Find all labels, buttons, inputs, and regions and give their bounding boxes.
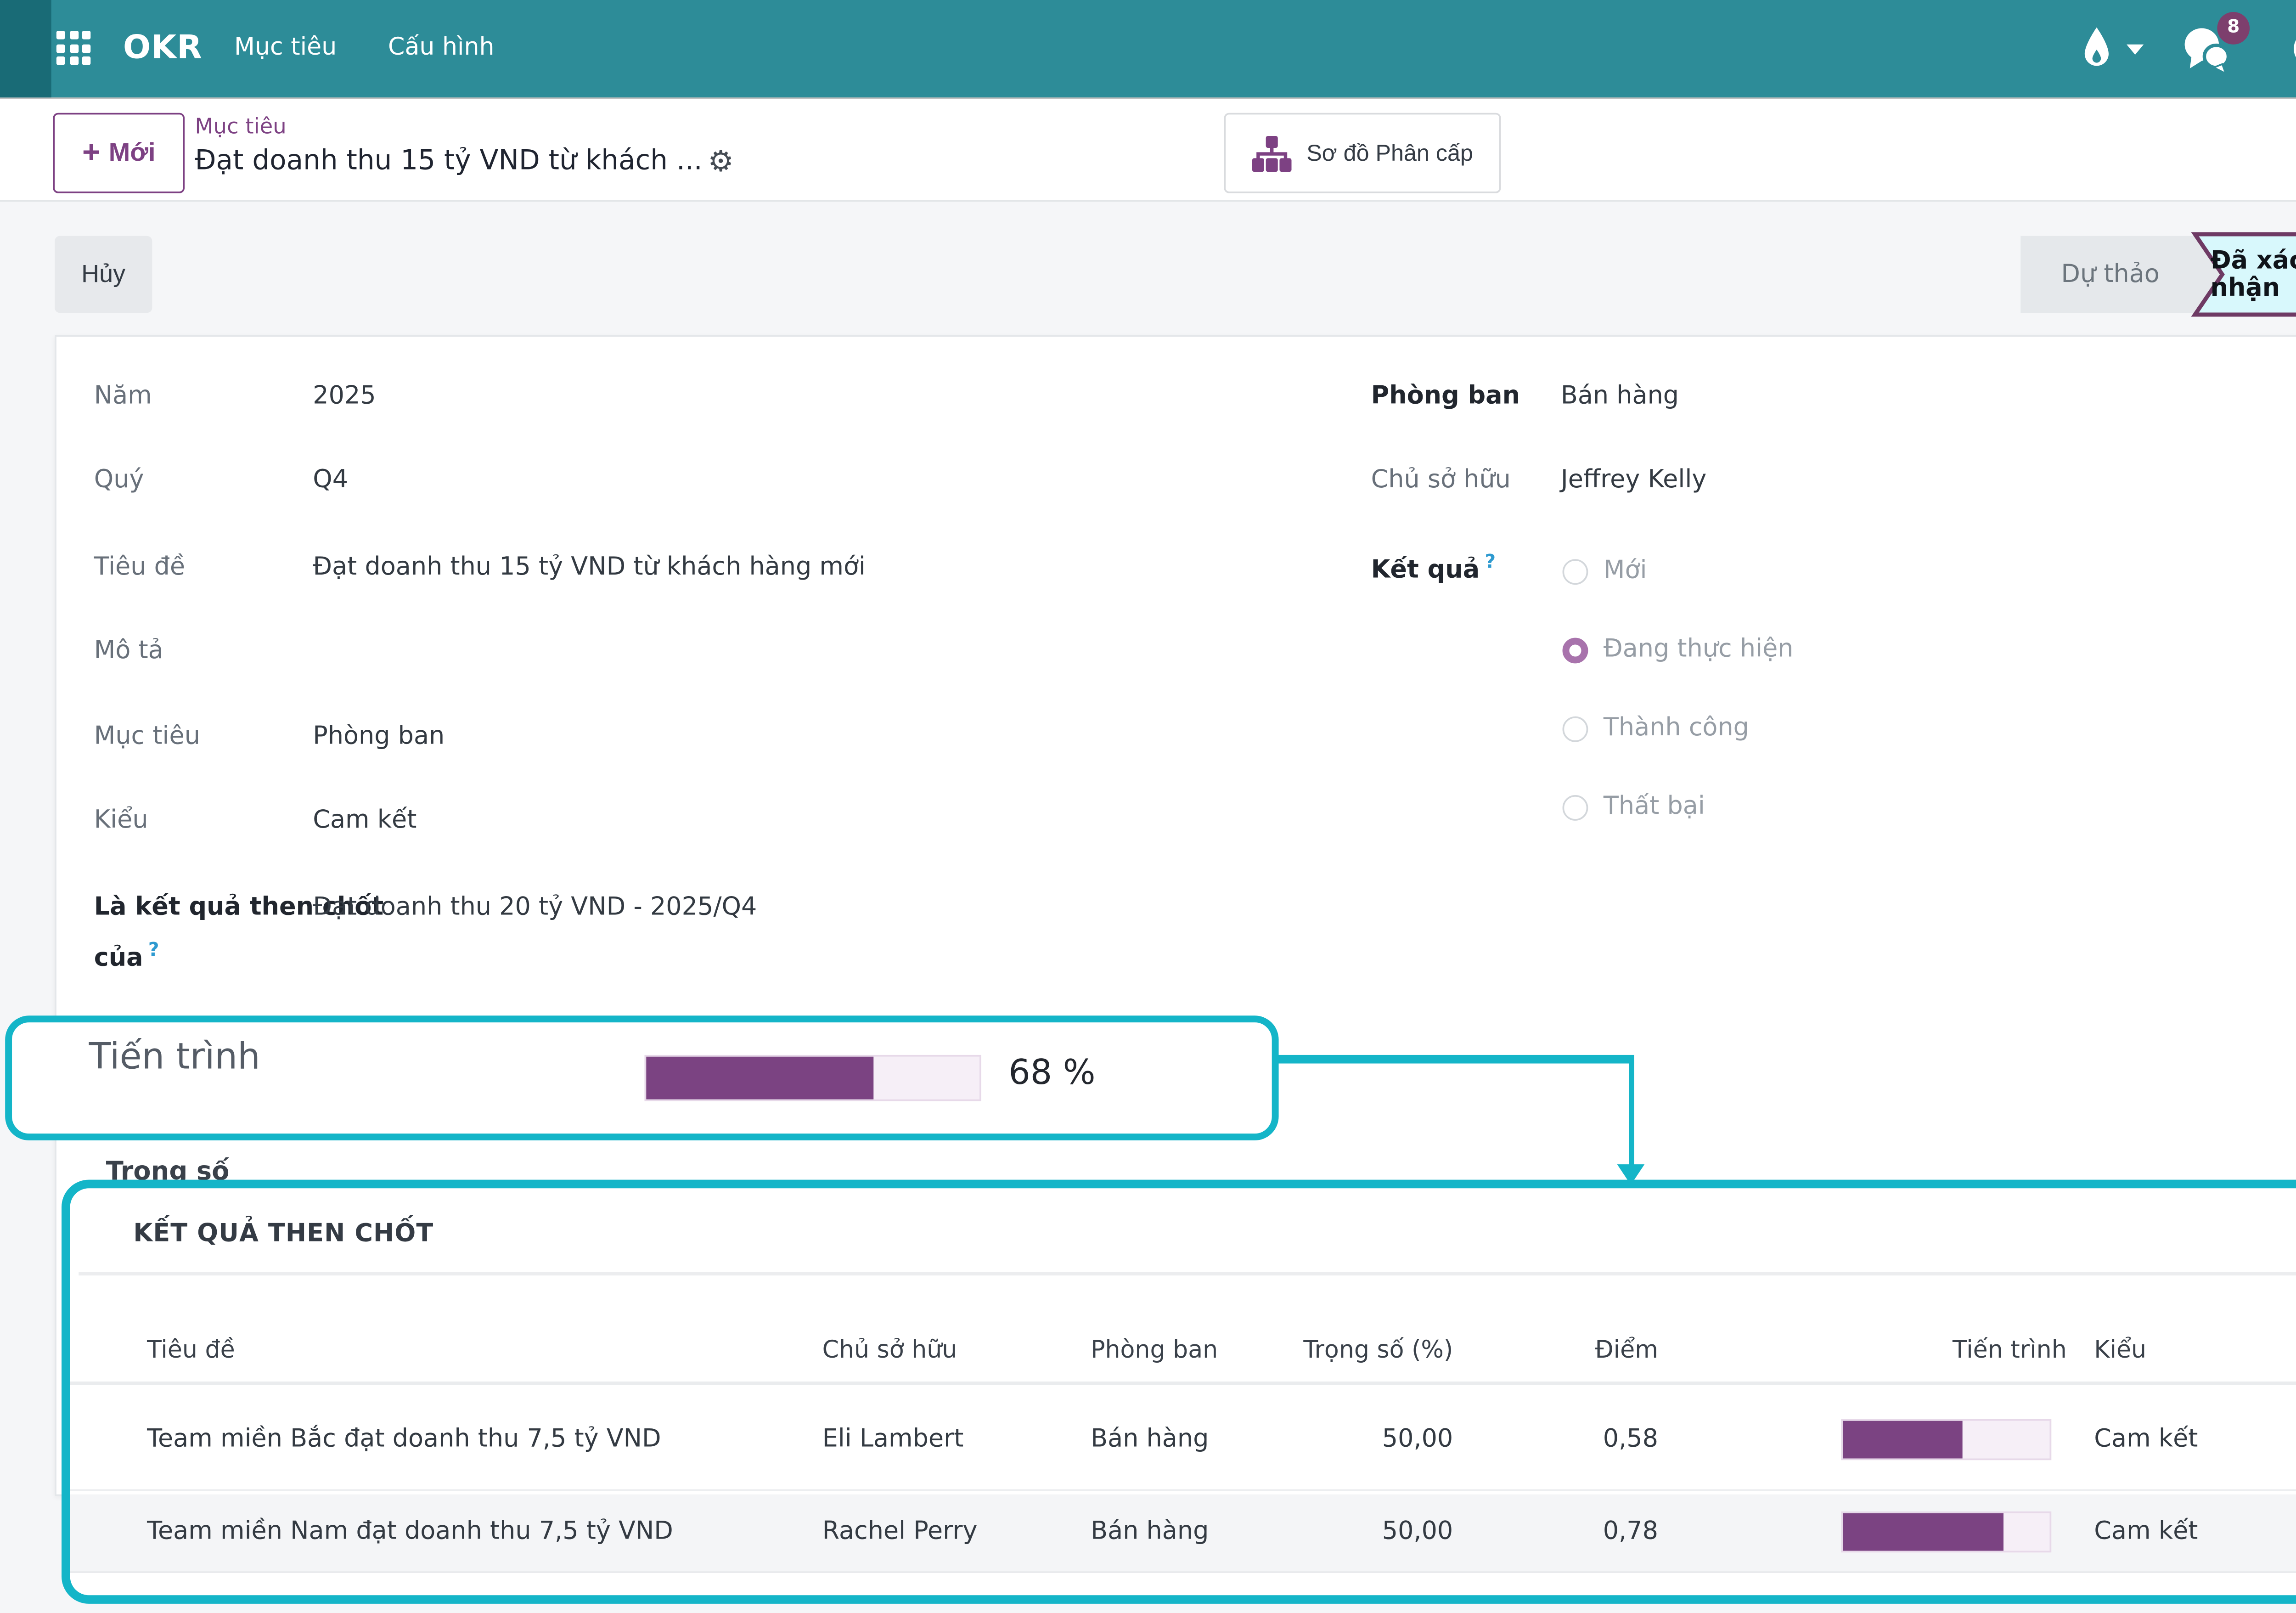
cell-owner: Rachel Perry: [822, 1518, 1091, 1546]
okr-app-window: OKR Mục tiêu Cấu hình 8 YourCompany + Mớ…: [0, 0, 2296, 1613]
radio-circle: [1563, 558, 1588, 584]
key-results-header-row: Tiêu đề Chủ sở hữu Phòng ban Trọng số (%…: [70, 1320, 2296, 1385]
control-bar: + Mới Mục tiêu Đạt doanh thu 15 tỷ VND t…: [0, 97, 2296, 202]
cell-score: 0,78: [1453, 1518, 1658, 1546]
cell-kind: Cam kết: [2074, 1425, 2296, 1453]
callout-connector-horizontal: [1272, 1055, 1634, 1064]
cell-title: Team miền Nam đạt doanh thu 7,5 tỷ VND: [147, 1518, 822, 1546]
field-label-nam: Năm: [94, 383, 152, 411]
field-label-quy: Quý: [94, 467, 144, 494]
help-icon[interactable]: ?: [148, 939, 159, 961]
col-header-phong-ban[interactable]: Phòng ban: [1091, 1337, 1261, 1365]
cell-owner: Eli Lambert: [822, 1425, 1091, 1453]
field-label-ket-qua: Kết quả?: [1371, 551, 1496, 585]
field-label-tieu-de: Tiêu đề: [94, 554, 185, 581]
cell-weight: 50,00: [1261, 1518, 1453, 1546]
radio-circle-selected: [1563, 637, 1588, 663]
cell-title: Team miền Bắc đạt doanh thu 7,5 tỷ VND: [147, 1425, 822, 1453]
field-value-kieu[interactable]: Cam kết: [313, 807, 416, 835]
cell-weight: 50,00: [1261, 1425, 1453, 1453]
col-header-kieu[interactable]: Kiểu: [2074, 1337, 2296, 1365]
apps-grid-icon[interactable]: [56, 31, 92, 67]
top-navbar: OKR Mục tiêu Cấu hình 8 YourCompany: [0, 0, 2296, 97]
field-label-mo-ta: Mô tả: [94, 638, 163, 666]
field-value-phong-ban[interactable]: Bán hàng: [1561, 383, 1679, 411]
activities-caret-down-icon[interactable]: [2127, 45, 2144, 55]
col-header-trong-so[interactable]: Trọng số (%): [1261, 1337, 1453, 1365]
new-button[interactable]: + Mới: [53, 113, 185, 193]
status-bar: Dự thảo Đã xác nhận Đã hủy: [2020, 236, 2296, 313]
cell-progress: 78 %: [1658, 1518, 2074, 1546]
progress-bar-fill: [646, 1057, 873, 1100]
field-value-muc-tieu[interactable]: Phòng ban: [313, 723, 445, 751]
cell-kind: Cam kết: [2074, 1518, 2296, 1546]
record-title: Đạt doanh thu 15 tỷ VND từ khách ...: [195, 144, 702, 176]
key-result-row-2[interactable]: Team miền Nam đạt doanh thu 7,5 tỷ VND R…: [70, 1494, 2296, 1572]
field-label-chu-so-huu: Chủ sở hữu: [1371, 467, 1511, 494]
status-step-da-xac-nhan[interactable]: Đã xác nhận: [2200, 236, 2296, 313]
cell-progress: 58 %: [1658, 1425, 2074, 1453]
recent-activity-clock-icon[interactable]: [2292, 29, 2296, 68]
cancel-button[interactable]: Hủy: [55, 236, 152, 313]
plus-icon: +: [82, 135, 100, 171]
sitemap-icon: [1252, 134, 1293, 172]
key-result-row-1[interactable]: Team miền Bắc đạt doanh thu 7,5 tỷ VND E…: [70, 1388, 2296, 1491]
activities-droplet-icon[interactable]: [2082, 28, 2111, 68]
nav-menu-cau-hinh[interactable]: Cấu hình: [388, 0, 495, 97]
key-results-section-title: KẾT QUẢ THEN CHỐT: [133, 1221, 433, 1248]
field-value-tieu-de[interactable]: Đạt doanh thu 15 tỷ VND từ khách hàng mớ…: [313, 554, 866, 581]
hierarchy-button-label: Sơ đồ Phân cấp: [1306, 140, 1473, 166]
cell-department: Bán hàng: [1091, 1425, 1261, 1453]
section-divider: [79, 1272, 2296, 1275]
field-label-la-ket-qua-line2: của?: [94, 939, 159, 973]
row-progress-bar: [1841, 1418, 2051, 1459]
nav-menu-muc-tieu[interactable]: Mục tiêu: [234, 0, 337, 97]
radio-option-thanh-cong[interactable]: Thành công: [1563, 715, 1749, 742]
field-value-la-ket-qua[interactable]: Đạt doanh thu 20 tỷ VND - 2025/Q4: [313, 894, 757, 922]
progress-label: Tiến trình: [89, 1036, 260, 1077]
col-header-tieu-de[interactable]: Tiêu đề: [147, 1337, 822, 1365]
progress-bar: [644, 1055, 981, 1101]
gear-icon[interactable]: ⚙: [708, 145, 734, 179]
radio-option-moi[interactable]: Mới: [1563, 558, 1647, 585]
breadcrumb[interactable]: Mục tiêu: [195, 113, 286, 139]
cell-department: Bán hàng: [1091, 1518, 1261, 1546]
status-step-du-thao[interactable]: Dự thảo: [2020, 236, 2200, 313]
app-brand[interactable]: OKR: [123, 0, 203, 97]
radio-option-that-bai[interactable]: Thất bại: [1563, 793, 1705, 821]
radio-option-dang-thuc-hien[interactable]: Đang thực hiện: [1563, 636, 1794, 664]
field-label-phong-ban: Phòng ban: [1371, 383, 1520, 411]
new-button-label: Mới: [109, 139, 156, 168]
radio-circle: [1563, 716, 1588, 741]
navbar-dark-strip: [0, 0, 51, 97]
col-header-chu-so-huu[interactable]: Chủ sở hữu: [822, 1337, 1091, 1365]
col-header-diem[interactable]: Điểm: [1453, 1337, 1658, 1365]
field-label-muc-tieu: Mục tiêu: [94, 723, 200, 751]
col-header-tien-trinh[interactable]: Tiến trình: [1658, 1337, 2074, 1365]
progress-percent: 68 %: [1008, 1051, 1095, 1092]
cell-score: 0,58: [1453, 1425, 1658, 1453]
row-progress-bar: [1841, 1511, 2051, 1552]
messages-badge: 8: [2217, 12, 2250, 45]
help-icon[interactable]: ?: [1485, 551, 1496, 573]
field-label-kieu: Kiểu: [94, 807, 148, 835]
radio-circle: [1563, 794, 1588, 820]
field-value-nam[interactable]: 2025: [313, 383, 376, 411]
field-value-chu-so-huu[interactable]: Jeffrey Kelly: [1561, 467, 1707, 494]
hierarchy-button[interactable]: Sơ đồ Phân cấp: [1224, 113, 1501, 193]
callout-connector-vertical: [1629, 1060, 1634, 1166]
field-value-quy[interactable]: Q4: [313, 467, 348, 494]
